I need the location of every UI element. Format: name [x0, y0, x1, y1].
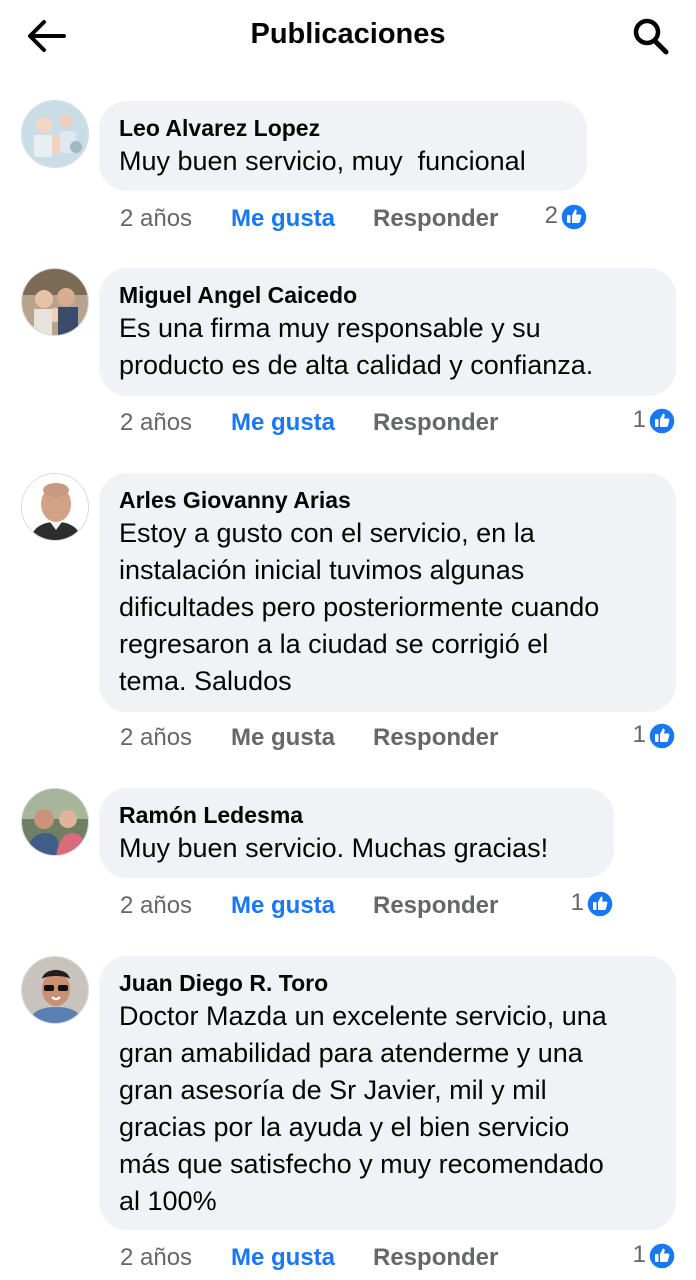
page-title: Publicaciones — [250, 18, 446, 50]
comment-time[interactable]: 2 años — [120, 888, 192, 924]
comment-author[interactable]: Arles Giovanny Arias — [119, 485, 656, 515]
like-thumb-icon — [648, 722, 676, 750]
avatar[interactable] — [21, 956, 89, 1024]
comment-bubble: Miguel Angel Caicedo Es una firma muy re… — [99, 268, 676, 396]
comment-time[interactable]: 2 años — [120, 720, 192, 756]
reaction-count: 1 — [570, 889, 584, 916]
reaction-summary[interactable]: 1 — [608, 719, 676, 755]
comment-time[interactable]: 2 años — [120, 201, 192, 237]
reply-button[interactable]: Responder — [373, 720, 498, 756]
reaction-summary[interactable]: 1 — [608, 1239, 676, 1275]
like-thumb-icon — [586, 890, 614, 918]
avatar[interactable] — [21, 473, 89, 541]
comment-bubble: Arles Giovanny Arias Estoy a gusto con e… — [99, 473, 676, 712]
comment-text: Muy buen servicio, muy funcional — [119, 146, 526, 176]
comment-text: Estoy a gusto con el servicio, en la ins… — [119, 518, 600, 696]
comment-author[interactable]: Leo Alvarez Lopez — [119, 113, 567, 143]
reaction-count: 1 — [632, 1241, 646, 1268]
comment-time[interactable]: 2 años — [120, 1240, 192, 1276]
reaction-summary[interactable]: 1 — [546, 887, 614, 923]
reply-button[interactable]: Responder — [373, 1240, 498, 1276]
top-bar: Publicaciones — [0, 0, 696, 76]
like-button[interactable]: Me gusta — [231, 720, 335, 756]
reaction-summary[interactable]: 2 — [520, 200, 588, 236]
avatar[interactable] — [21, 100, 89, 168]
reaction-count: 2 — [544, 202, 558, 229]
comment-bubble: Leo Alvarez Lopez Muy buen servicio, muy… — [99, 101, 587, 191]
like-button[interactable]: Me gusta — [231, 405, 335, 441]
comment-author[interactable]: Ramón Ledesma — [119, 800, 594, 830]
reaction-count: 1 — [632, 721, 646, 748]
like-thumb-icon — [648, 1242, 676, 1270]
like-thumb-icon — [648, 407, 676, 435]
avatar[interactable] — [21, 788, 89, 856]
comment-bubble: Juan Diego R. Toro Doctor Mazda un excel… — [99, 956, 676, 1230]
comment-text: Doctor Mazda un excelente servicio, una … — [119, 1001, 607, 1216]
reply-button[interactable]: Responder — [373, 405, 498, 441]
search-icon — [633, 18, 669, 55]
like-button[interactable]: Me gusta — [231, 201, 335, 237]
comment-text: Muy buen servicio. Muchas gracias! — [119, 833, 549, 863]
comment-bubble: Ramón Ledesma Muy buen servicio. Muchas … — [99, 788, 614, 878]
reaction-summary[interactable]: 1 — [608, 404, 676, 440]
search-button[interactable] — [630, 14, 674, 58]
comment-time[interactable]: 2 años — [120, 405, 192, 441]
like-thumb-icon — [560, 203, 588, 231]
comment-author[interactable]: Juan Diego R. Toro — [119, 968, 656, 998]
avatar[interactable] — [21, 268, 89, 336]
reply-button[interactable]: Responder — [373, 888, 498, 924]
like-button[interactable]: Me gusta — [231, 888, 335, 924]
reply-button[interactable]: Responder — [373, 201, 498, 237]
comment-text: Es una firma muy responsable y su produc… — [119, 313, 594, 380]
like-button[interactable]: Me gusta — [231, 1240, 335, 1276]
reaction-count: 1 — [632, 406, 646, 433]
comment-author[interactable]: Miguel Angel Caicedo — [119, 280, 656, 310]
